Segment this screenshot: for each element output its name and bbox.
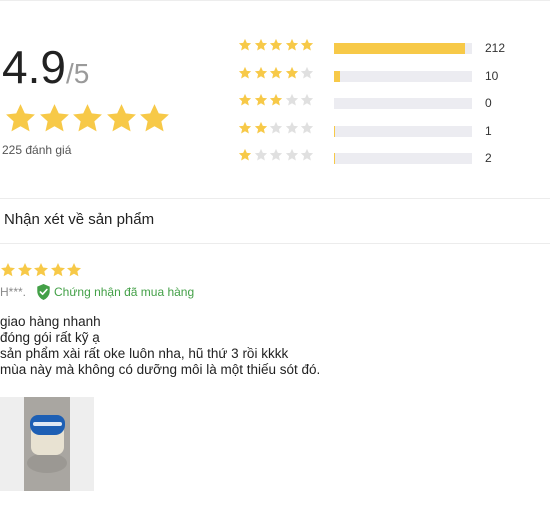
star-filled-icon: [238, 148, 252, 161]
star-filled-icon: [254, 93, 267, 106]
star-filled-icon: [238, 93, 252, 106]
divider: [0, 243, 550, 244]
star-filled-icon: [254, 121, 267, 134]
star-filled-icon: [6, 104, 35, 132]
star-empty-icon: [269, 148, 283, 161]
rating-count: 1: [485, 124, 492, 138]
rating-bar-track: [334, 126, 472, 137]
rating-bar-track: [334, 43, 472, 54]
star-filled-icon: [106, 104, 136, 132]
star-filled-icon: [17, 263, 32, 277]
star-empty-icon: [300, 121, 314, 134]
star-filled-icon: [34, 263, 48, 277]
rating-bar-track: [334, 71, 472, 82]
verified-purchase-label: Chứng nhận đã mua hàng: [54, 285, 195, 299]
star-filled-icon: [285, 38, 298, 51]
verified-shield-icon: [36, 284, 51, 300]
rating-count: 212: [485, 41, 506, 55]
star-filled-icon: [254, 38, 267, 51]
star-filled-icon: [269, 93, 283, 106]
row-stars: [238, 148, 316, 162]
rating-row-3[interactable]: 0: [238, 93, 538, 110]
rating-bar-fill: [334, 126, 335, 137]
review-author-line: H***. Chứng nhận đã mua hàng: [0, 284, 194, 300]
rating-row-2[interactable]: 1: [238, 121, 538, 138]
review-author: H***.: [0, 285, 27, 299]
star-filled-icon: [269, 66, 283, 79]
star-filled-icon: [73, 104, 102, 132]
star-empty-icon: [300, 66, 314, 79]
rating-bar-track: [334, 153, 472, 164]
average-stars: [4, 102, 172, 136]
star-filled-icon: [238, 38, 252, 51]
rating-row-4[interactable]: 10: [238, 66, 538, 83]
rating-bar-fill: [334, 43, 466, 54]
star-filled-icon: [50, 263, 65, 277]
star-empty-icon: [300, 148, 314, 161]
star-empty-icon: [285, 93, 298, 106]
star-filled-icon: [254, 66, 267, 79]
star-filled-icon: [300, 38, 314, 51]
star-filled-icon: [285, 66, 298, 79]
review-content: giao hàng nhanh đóng gói rất kỹ ạ sản ph…: [0, 314, 320, 378]
max-score: /5: [65, 58, 90, 89]
star-empty-icon: [285, 148, 298, 161]
rating-count: 2: [485, 151, 492, 165]
average-value: 4.9: [2, 41, 66, 93]
average-score: 4.9/5: [2, 38, 89, 103]
rating-count: 10: [485, 69, 499, 83]
star-empty-icon: [285, 121, 298, 134]
review-photo-thumbnail[interactable]: [0, 397, 94, 491]
rating-bar-track: [334, 98, 472, 109]
row-stars: [238, 93, 316, 107]
star-empty-icon: [254, 148, 267, 161]
row-stars: [238, 38, 316, 52]
review-line: giao hàng nhanh: [0, 314, 101, 329]
rating-row-5[interactable]: 212: [238, 38, 538, 55]
rating-summary: 4.9/5 225 đánh giá 212 10 0 1 2: [0, 0, 550, 198]
reviews-title: Nhận xét về sản phẩm: [4, 211, 155, 228]
review-line: đóng gói rất kỹ ạ: [0, 330, 100, 345]
divider: [0, 198, 550, 199]
review-stars: [0, 262, 83, 278]
review-line: mùa này mà không có dưỡng môi là một thi…: [0, 362, 321, 377]
product-photo-icon: [24, 397, 70, 491]
star-filled-icon: [140, 104, 169, 132]
star-filled-icon: [238, 66, 252, 79]
rating-row-1[interactable]: 2: [238, 148, 538, 165]
rating-bar-fill: [334, 71, 341, 82]
row-stars: [238, 121, 316, 135]
review-count: 225 đánh giá: [2, 143, 72, 157]
star-empty-icon: [300, 93, 314, 106]
star-filled-icon: [67, 263, 81, 277]
star-filled-icon: [39, 104, 69, 132]
star-filled-icon: [269, 38, 283, 51]
rating-count: 0: [485, 96, 492, 110]
star-filled-icon: [238, 121, 252, 134]
star-filled-icon: [1, 263, 15, 277]
rating-bar-fill: [334, 153, 336, 164]
row-stars: [238, 66, 316, 80]
star-empty-icon: [269, 121, 283, 134]
review-line: sản phẩm xài rất oke luôn nha, hũ thứ 3 …: [0, 346, 289, 361]
